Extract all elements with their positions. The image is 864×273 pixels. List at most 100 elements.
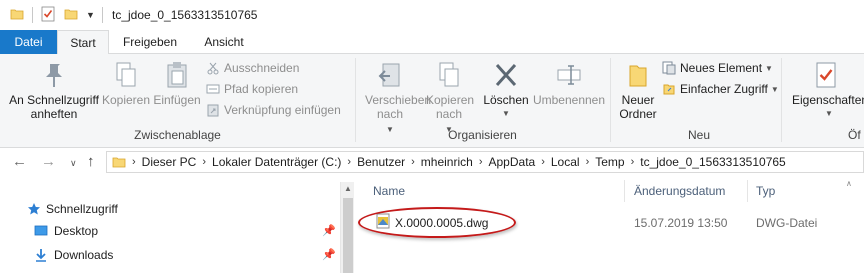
new-group-label: Neu — [687, 128, 710, 142]
new-folder-button[interactable]: Neuer Ordner — [614, 60, 662, 121]
address-bar[interactable]: › Dieser PC › Lokaler Datenträger (C:) ›… — [106, 151, 864, 173]
clipboard-group-label: Zwischenablage — [134, 128, 221, 142]
dwg-file-icon — [376, 213, 390, 229]
copy-to-button[interactable]: Kopieren nach ▼ — [423, 60, 475, 137]
easy-access-label: Einfacher Zugriff — [680, 82, 768, 96]
tab-view[interactable]: Ansicht — [196, 30, 252, 54]
move-to-icon — [378, 63, 400, 87]
back-arrow-icon[interactable]: ← — [12, 153, 27, 170]
folder-icon[interactable] — [10, 7, 24, 21]
copy-button[interactable]: Kopieren — [100, 60, 152, 107]
chevron-down-icon: ▼ — [502, 109, 510, 118]
column-header-name[interactable]: Name — [373, 184, 405, 198]
properties-icon[interactable] — [41, 6, 55, 22]
new-folder-label: Neuer Ordner — [619, 93, 657, 121]
delete-button[interactable]: Löschen ▼ — [481, 60, 531, 121]
sort-caret-icon: ∧ — [846, 179, 852, 188]
pin-to-quick-access-button[interactable]: An Schnellzugriff anheften — [4, 60, 104, 121]
column-divider[interactable] — [747, 180, 748, 202]
desktop-icon — [34, 225, 48, 236]
chevron-right-icon[interactable]: › — [202, 156, 206, 168]
copy-path-button[interactable]: Pfad kopieren — [206, 79, 298, 99]
rename-button[interactable]: Umbenennen — [531, 60, 607, 107]
properties-label: Eigenschaften — [792, 93, 864, 107]
chevron-right-icon[interactable]: › — [631, 156, 635, 168]
paste-label: Einfügen — [153, 93, 201, 107]
column-divider[interactable] — [624, 180, 625, 202]
chevron-right-icon[interactable]: › — [411, 156, 415, 168]
tab-file[interactable]: Datei — [0, 30, 57, 54]
file-type: DWG-Datei — [756, 216, 818, 230]
pin-icon — [46, 64, 62, 87]
customize-quick-access-dropdown-icon[interactable]: ▼ — [86, 10, 95, 20]
file-name[interactable]: X.0000.0005.dwg — [395, 216, 488, 230]
chevron-right-icon: › — [132, 156, 136, 168]
copy-icon — [116, 62, 136, 87]
nav-pane-scrollbar[interactable]: ▲ — [340, 182, 354, 273]
copy-to-label: Kopieren nach — [426, 93, 475, 121]
forward-arrow-icon[interactable]: → — [41, 153, 56, 170]
breadcrumb-users[interactable]: Benutzer — [357, 155, 405, 169]
breadcrumb-this-pc[interactable]: Dieser PC — [142, 155, 197, 169]
star-icon — [28, 203, 40, 215]
column-header-date[interactable]: Änderungsdatum — [634, 184, 725, 198]
toolbar-divider — [102, 7, 103, 23]
chevron-right-icon[interactable]: › — [541, 156, 545, 168]
easy-access-button[interactable]: Einfacher Zugriff ▼ — [662, 79, 779, 99]
file-list: ∧ Name Änderungsdatum Typ X.0000.0005.dw… — [354, 176, 864, 273]
cut-button[interactable]: Ausschneiden — [206, 58, 299, 78]
folder-icon — [112, 157, 126, 168]
scroll-up-icon[interactable]: ▲ — [344, 184, 352, 193]
new-item-button[interactable]: Neues Element ▼ — [662, 58, 773, 78]
paste-shortcut-label: Verknüpfung einfügen — [224, 103, 341, 117]
breadcrumb-current-folder[interactable]: tc_jdoe_0_1563313510765 — [640, 155, 785, 169]
nav-label-quick-access: Schnellzugriff — [46, 202, 118, 216]
chevron-down-icon: ▼ — [765, 63, 773, 73]
new-item-icon — [662, 61, 676, 75]
pinned-icon[interactable]: 📌 — [322, 224, 336, 237]
window-title: tc_jdoe_0_1563313510765 — [112, 8, 258, 22]
new-folder-icon[interactable] — [64, 7, 78, 21]
paste-shortcut-button[interactable]: Verknüpfung einfügen — [206, 100, 341, 120]
breadcrumb-user[interactable]: mheinrich — [421, 155, 473, 169]
paste-icon — [167, 62, 187, 88]
up-arrow-icon[interactable]: ↑ — [87, 153, 95, 170]
move-to-label: Verschieben nach — [365, 93, 432, 121]
tab-share[interactable]: Freigeben — [115, 30, 185, 54]
copy-path-label: Pfad kopieren — [224, 82, 299, 96]
rename-label: Umbenennen — [532, 93, 606, 107]
chevron-right-icon[interactable]: › — [347, 156, 351, 168]
breadcrumb-local-disk[interactable]: Lokaler Datenträger (C:) — [212, 155, 341, 169]
chevron-down-icon: ▼ — [825, 109, 833, 118]
column-header-type[interactable]: Typ — [756, 184, 775, 198]
recent-locations-icon[interactable]: ∨ — [70, 158, 77, 169]
ribbon: An Schnellzugriff anheften Kopieren Einf… — [0, 54, 864, 148]
navigation-pane: Schnellzugriff Desktop 📌 Downloads 📌 — [0, 182, 340, 273]
title-bar: ▼ tc_jdoe_0_1563313510765 — [0, 0, 864, 30]
paste-button[interactable]: Einfügen — [152, 60, 202, 107]
ribbon-tabs: Datei Start Freigeben Ansicht — [0, 30, 864, 55]
pinned-icon[interactable]: 📌 — [322, 248, 336, 261]
nav-label-desktop: Desktop — [54, 224, 99, 238]
new-item-label: Neues Element — [680, 61, 763, 75]
nav-item-desktop[interactable]: Desktop — [34, 220, 98, 242]
properties-button[interactable]: Eigenschaften ▼ — [788, 60, 864, 121]
nav-item-quick-access[interactable]: Schnellzugriff — [27, 198, 118, 220]
tab-start[interactable]: Start — [57, 30, 109, 55]
toolbar-divider — [32, 7, 33, 23]
navigation-bar: ← → ∨ ↑ › Dieser PC › Lokaler Datenträge… — [0, 148, 864, 176]
breadcrumb-appdata[interactable]: AppData — [489, 155, 536, 169]
breadcrumb-local[interactable]: Local — [551, 155, 580, 169]
delete-label: Löschen — [483, 93, 529, 107]
nav-item-downloads[interactable]: Downloads — [34, 244, 113, 266]
breadcrumb-temp[interactable]: Temp — [595, 155, 624, 169]
open-group-label: Öf — [848, 128, 861, 142]
move-to-button[interactable]: Verschieben nach ▼ — [357, 60, 432, 137]
chevron-right-icon[interactable]: › — [479, 156, 483, 168]
chevron-right-icon[interactable]: › — [586, 156, 590, 168]
pin-label: An Schnellzugriff anheften — [9, 93, 99, 121]
delete-x-icon — [495, 63, 517, 87]
file-date: 15.07.2019 13:50 — [634, 216, 728, 230]
scrollbar-thumb[interactable] — [343, 198, 353, 273]
properties-check-icon — [816, 62, 836, 88]
